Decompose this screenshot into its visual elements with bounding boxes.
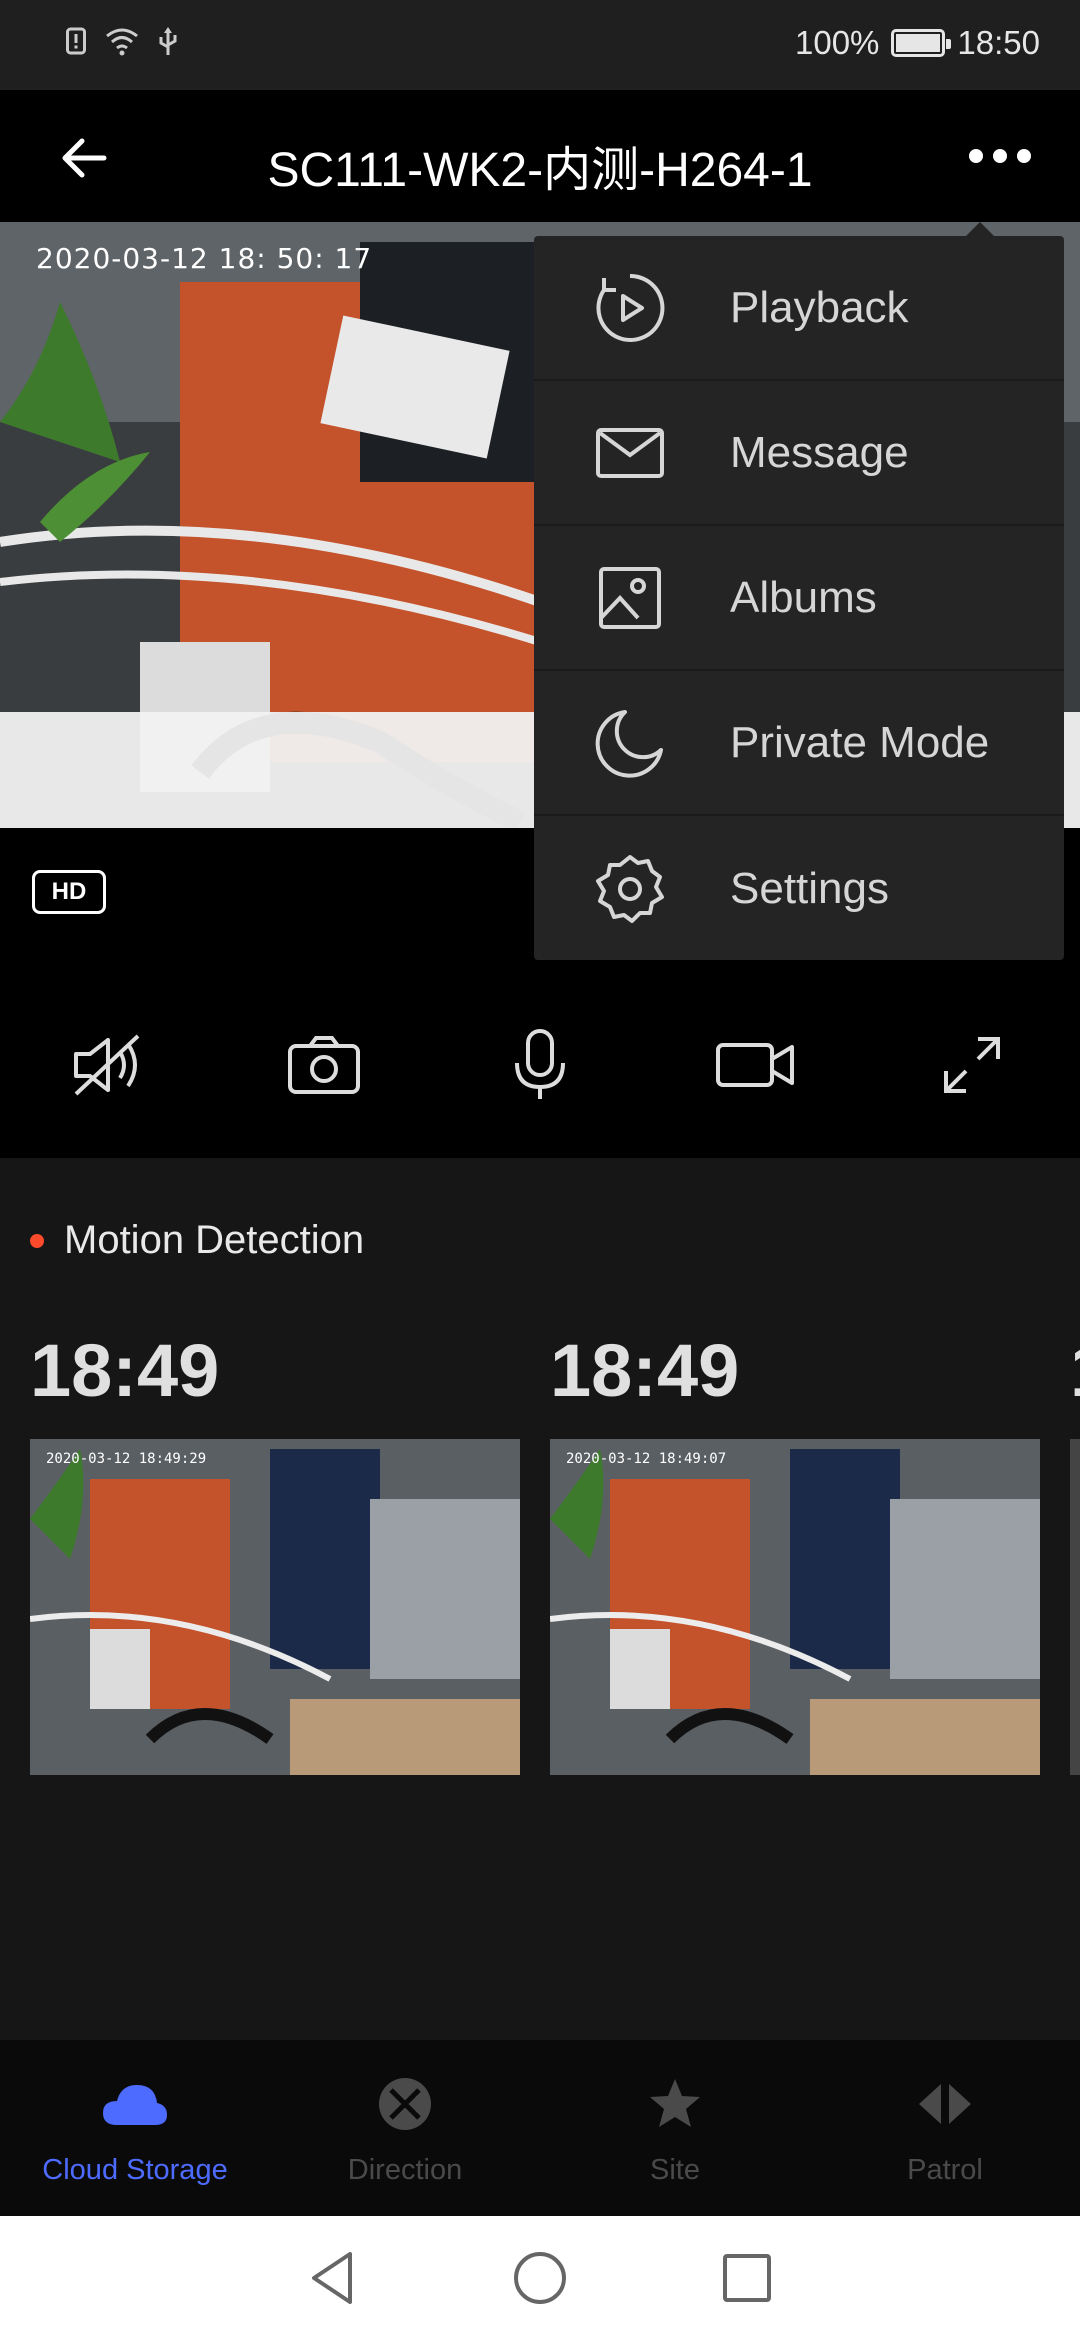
direction-icon	[369, 2068, 441, 2140]
tab-label: Direction	[347, 2154, 463, 2186]
tab-label: Site	[650, 2154, 700, 2186]
overflow-menu: Playback Message Albums Private Mode Set…	[534, 222, 1064, 961]
battery-icon	[891, 29, 952, 57]
playback-icon	[590, 268, 670, 348]
system-nav-bar	[0, 2216, 1080, 2340]
event-thumbnail-image	[550, 1439, 1040, 1775]
snapshot-button[interactable]	[274, 1015, 374, 1115]
camera-icon	[288, 1036, 360, 1094]
event-time: 18:49	[550, 1329, 740, 1412]
video-camera-icon	[716, 1043, 794, 1087]
nav-recents-button[interactable]	[712, 2243, 782, 2313]
tab-cloud-storage[interactable]: Cloud Storage	[0, 2040, 270, 2216]
tab-patrol[interactable]: Patrol	[810, 2040, 1080, 2216]
section-title: Motion Detection	[64, 1218, 365, 1262]
star-icon	[639, 2068, 711, 2140]
status-dot	[30, 1233, 44, 1248]
menu-item-label: Message	[730, 427, 909, 477]
image-icon	[590, 558, 670, 638]
menu-item-private-mode[interactable]: Private Mode	[534, 671, 1064, 816]
event-time: 18:49	[30, 1329, 220, 1412]
thumbnail-timestamp: 2020-03-12 18:49:07	[566, 1451, 727, 1467]
more-dot-icon	[993, 149, 1007, 163]
usb-icon	[159, 27, 177, 55]
alert-icon	[66, 27, 86, 55]
envelope-icon	[590, 413, 670, 493]
moon-icon	[590, 703, 670, 783]
event-thumbnail[interactable]: 2020-03-12 18:49:07	[550, 1439, 1040, 1775]
more-dot-icon	[1017, 149, 1031, 163]
fullscreen-button[interactable]	[922, 1015, 1022, 1115]
nav-back-button[interactable]	[298, 2243, 368, 2313]
event-item[interactable]: 18:49 2020-03-12 18:49:29	[30, 1328, 520, 1775]
motion-detection-section: Motion Detection 18:49 2020-03-12 18:49:…	[0, 1158, 1080, 2038]
cloud-icon	[99, 2068, 171, 2140]
mute-button[interactable]	[58, 1015, 158, 1115]
expand-icon	[944, 1037, 1000, 1093]
menu-item-label: Settings	[730, 863, 889, 913]
bottom-tab-bar: Cloud Storage Direction Site Patrol	[0, 2040, 1080, 2216]
event-time: 1	[1070, 1328, 1080, 1413]
video-timestamp: 2020-03-12 18: 50: 17	[36, 242, 373, 275]
talk-button[interactable]	[490, 1015, 590, 1115]
tab-site[interactable]: Site	[540, 2040, 810, 2216]
circle-home-icon	[513, 2252, 566, 2304]
speaker-muted-icon	[74, 1034, 140, 1096]
app-bar: SC111-WK2-内测-H264-1	[0, 90, 1080, 222]
page-title: SC111-WK2-内测-H264-1	[267, 144, 813, 197]
event-thumbnail[interactable]	[1070, 1439, 1080, 1775]
tab-label: Patrol	[907, 2154, 983, 2186]
control-bar	[0, 1010, 1080, 1120]
wifi-icon	[106, 28, 138, 56]
tab-direction[interactable]: Direction	[270, 2040, 540, 2216]
menu-item-message[interactable]: Message	[534, 381, 1064, 526]
event-list: 18:49 2020-03-12 18:49:29 18:49 2020-03-…	[30, 1328, 1080, 1775]
more-options-button[interactable]	[960, 126, 1040, 186]
tab-label: Cloud Storage	[42, 2154, 228, 2186]
square-recents-icon	[722, 2254, 771, 2302]
triangle-back-icon	[312, 2252, 353, 2304]
patrol-icon	[909, 2068, 981, 2140]
event-thumbnail[interactable]: 2020-03-12 18:49:29	[30, 1439, 520, 1775]
menu-item-playback[interactable]: Playback	[534, 236, 1064, 381]
menu-item-albums[interactable]: Albums	[534, 526, 1064, 671]
nav-home-button[interactable]	[505, 2243, 575, 2313]
thumbnail-timestamp: 2020-03-12 18:49:29	[46, 1451, 207, 1467]
menu-item-label: Albums	[730, 572, 877, 622]
event-item[interactable]: 18:49 2020-03-12 18:49:07	[550, 1328, 1040, 1775]
battery-percent: 100%	[795, 24, 880, 61]
clock: 18:50	[957, 24, 1040, 61]
microphone-icon	[515, 1029, 565, 1099]
section-header: Motion Detection	[30, 1218, 364, 1263]
event-item-partial[interactable]: 1	[1070, 1328, 1080, 1775]
menu-item-label: Playback	[730, 282, 909, 332]
quality-toggle-button[interactable]: HD	[32, 870, 106, 914]
menu-item-label: Private Mode	[730, 717, 990, 767]
gear-icon	[590, 849, 670, 929]
menu-item-settings[interactable]: Settings	[534, 816, 1064, 961]
event-thumbnail-image	[30, 1439, 520, 1775]
record-button[interactable]	[706, 1015, 806, 1115]
more-dot-icon	[969, 149, 983, 163]
status-bar: 100% 18:50	[0, 0, 1080, 90]
